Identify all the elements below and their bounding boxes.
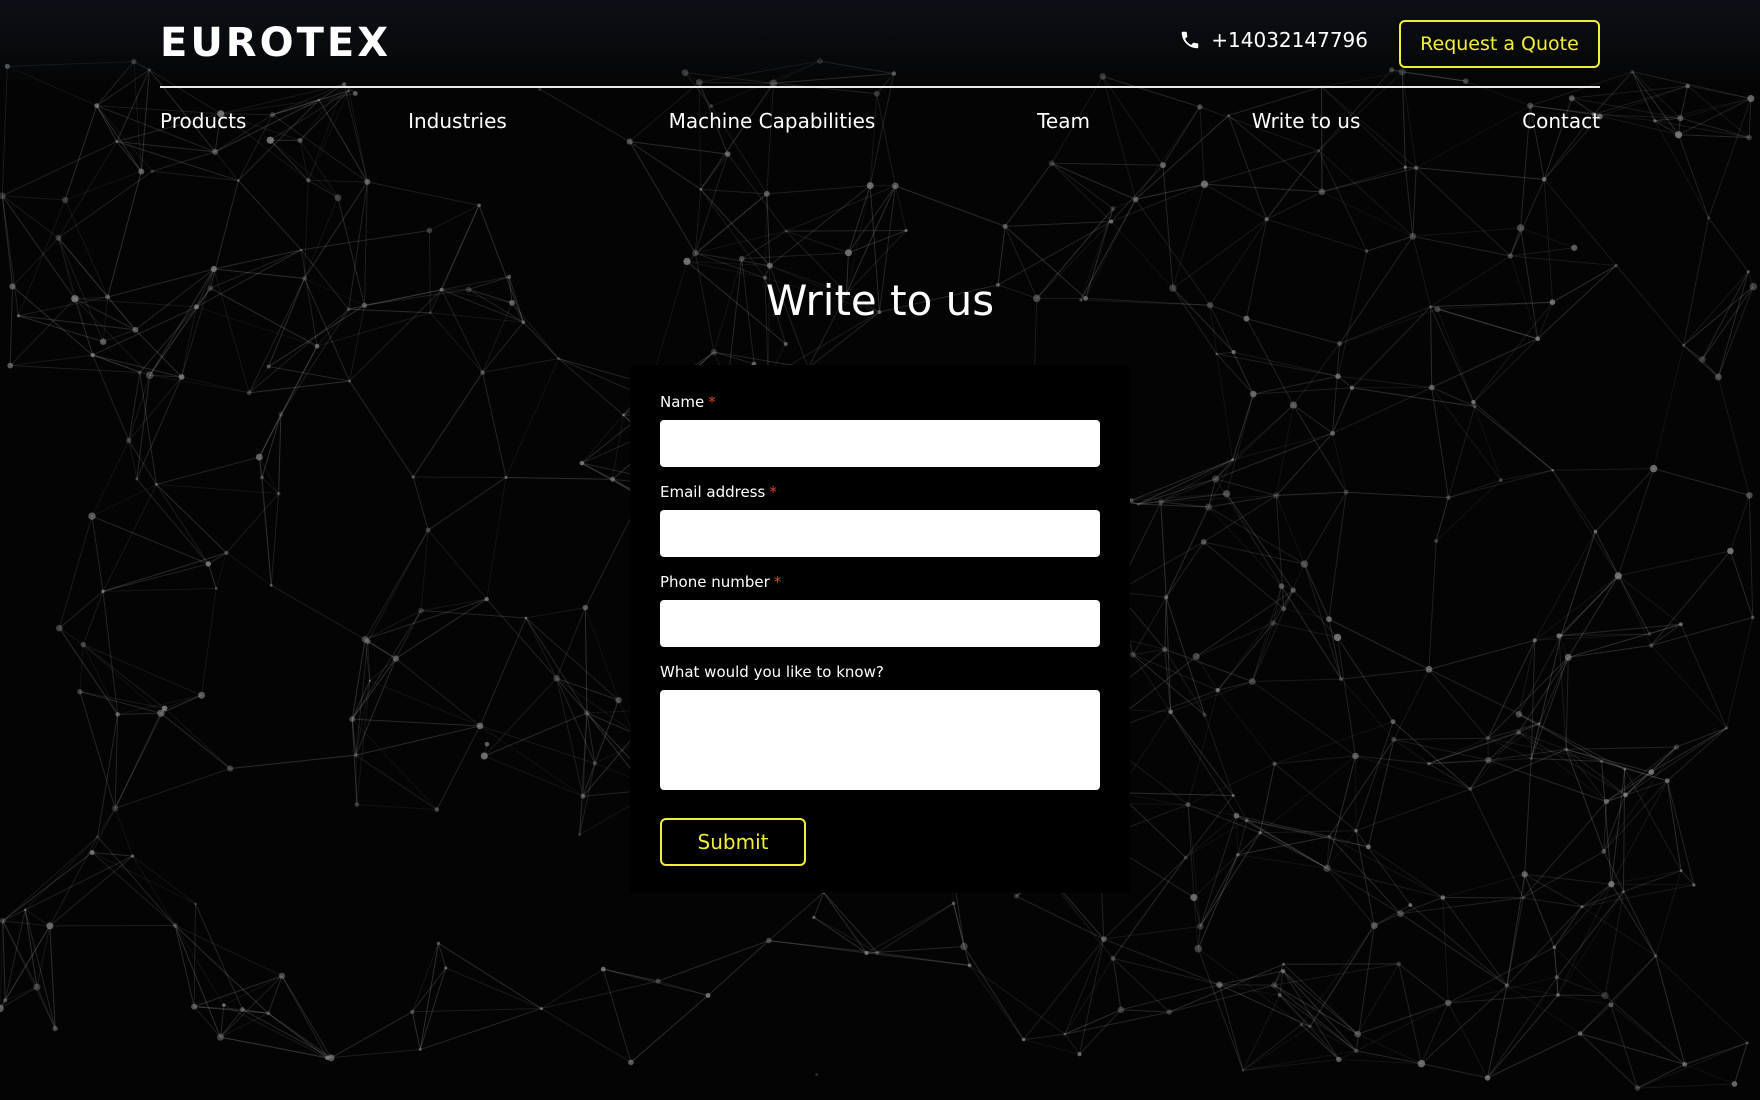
- contact-form: Name * Email address * Phone number * What …: [630, 365, 1130, 893]
- nav-item-write-to-us[interactable]: Write to us: [1252, 109, 1361, 133]
- nav-item-industries[interactable]: Industries: [408, 109, 507, 133]
- nav-item-products[interactable]: Products: [160, 109, 246, 133]
- name-field[interactable]: [660, 420, 1100, 467]
- message-label: What would you like to know?: [660, 663, 884, 681]
- nav-item-team[interactable]: Team: [1037, 109, 1090, 133]
- site-header: EUROTEX +14032147796 Request a Quote: [160, 0, 1600, 88]
- phone-icon: [1182, 31, 1199, 49]
- required-marker: *: [773, 573, 782, 591]
- submit-button[interactable]: Submit: [660, 818, 806, 866]
- phone-label-text: Phone number: [660, 573, 770, 591]
- name-label-text: Name: [660, 393, 705, 411]
- page: EUROTEX +14032147796 Request a Quote Pro…: [0, 0, 1760, 1100]
- nav-item-contact[interactable]: Contact: [1522, 109, 1600, 133]
- phone-field[interactable]: [660, 600, 1100, 647]
- phone-label: Phone number *: [660, 573, 781, 591]
- message-field[interactable]: [660, 690, 1100, 790]
- page-title: Write to us: [765, 276, 995, 325]
- nav-item-machine-capabilities[interactable]: Machine Capabilities: [669, 109, 876, 133]
- email-label-text: Email address: [660, 483, 766, 501]
- phone-link[interactable]: +14032147796: [1179, 28, 1368, 52]
- message-label-text: What would you like to know?: [660, 663, 884, 681]
- email-label: Email address *: [660, 483, 777, 501]
- required-marker: *: [769, 483, 777, 501]
- logo[interactable]: EUROTEX: [160, 20, 391, 66]
- name-label: Name *: [660, 393, 716, 411]
- main-nav: Products Industries Machine Capabilities…: [160, 106, 1600, 136]
- required-marker: *: [708, 393, 716, 411]
- phone-number: +14032147796: [1211, 28, 1368, 52]
- request-quote-button[interactable]: Request a Quote: [1399, 20, 1600, 68]
- email-field[interactable]: [660, 510, 1100, 557]
